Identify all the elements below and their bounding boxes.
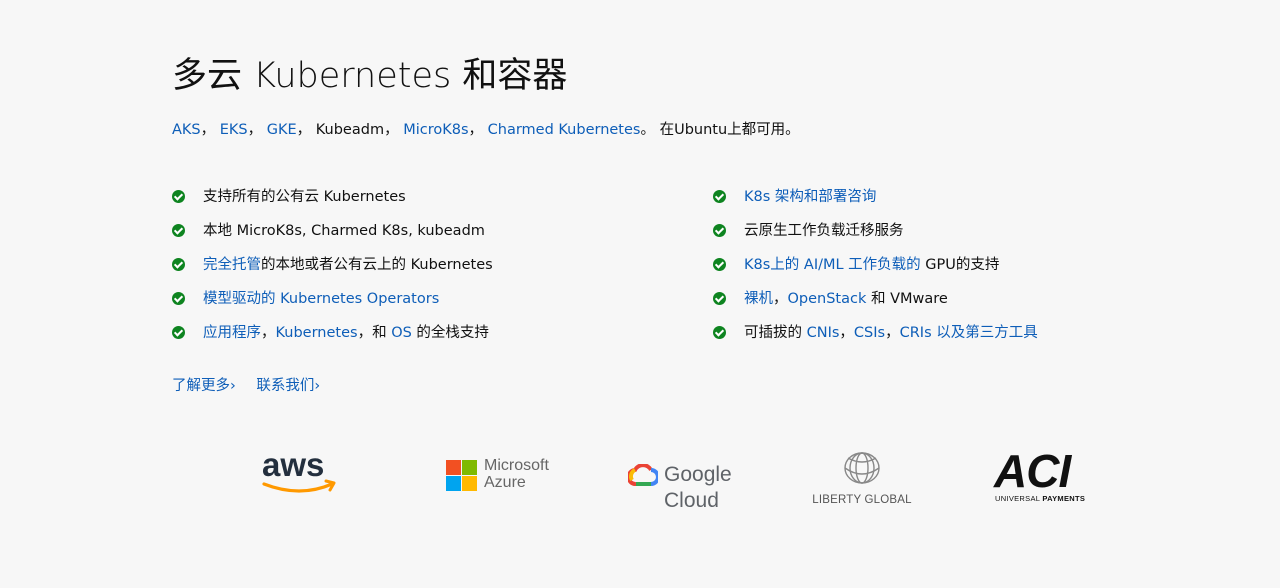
link-bare-metal[interactable]: 裸机: [744, 291, 773, 307]
list-item: 裸机，OpenStack 和 VMware: [713, 288, 1038, 322]
contact-us-link[interactable]: 联系我们›: [256, 378, 320, 394]
check-icon: [713, 224, 726, 237]
aws-logo: aws: [262, 448, 340, 500]
check-icon: [713, 258, 726, 271]
link-gke[interactable]: GKE: [267, 122, 297, 138]
list-item: 可插拔的 CNIs，CSIs，CRIs 以及第三方工具: [713, 322, 1038, 356]
google-cloud-logo: Google Cloud: [628, 462, 788, 512]
check-icon: [172, 326, 185, 339]
link-microk8s[interactable]: MicroK8s: [403, 122, 468, 138]
link-os[interactable]: OS: [391, 325, 412, 341]
link-k8s-consulting[interactable]: K8s 架构和部署咨询: [744, 186, 876, 208]
check-icon: [172, 190, 185, 203]
partner-logos: aws Microsoft Azure Google Cloud LIBERTY…: [0, 440, 1280, 520]
google-cloud-icon: [628, 464, 658, 486]
check-icon: [713, 190, 726, 203]
check-icon: [713, 326, 726, 339]
check-icon: [713, 292, 726, 305]
check-icon: [172, 258, 185, 271]
liberty-global-logo: LIBERTY GLOBAL: [810, 444, 914, 514]
learn-more-link[interactable]: 了解更多›: [172, 378, 236, 394]
link-kubernetes[interactable]: Kubernetes: [276, 325, 358, 341]
link-ai-ml[interactable]: K8s上的 AI/ML 工作负载的: [744, 257, 921, 273]
intro-line: AKS， EKS， GKE， Kubeadm， MicroK8s， Charme…: [172, 122, 800, 138]
cta-links: 了解更多› 联系我们›: [172, 375, 336, 397]
list-item: K8s 架构和部署咨询: [713, 186, 1038, 220]
intro-tail: 。 在Ubuntu上都可用。: [640, 122, 800, 138]
aci-logo: ACI UNIVERSAL PAYMENTS: [994, 445, 1086, 503]
page-title: 多云 Kubernetes 和容器: [172, 56, 568, 96]
list-item: 云原生工作负载迁移服务: [713, 220, 1038, 254]
link-cnis[interactable]: CNIs: [807, 325, 840, 341]
link-eks[interactable]: EKS: [220, 122, 248, 138]
link-operators[interactable]: 模型驱动的 Kubernetes Operators: [203, 288, 439, 310]
check-icon: [172, 224, 185, 237]
list-item: K8s上的 AI/ML 工作负载的 GPU的支持: [713, 254, 1038, 288]
list-item: 模型驱动的 Kubernetes Operators: [172, 288, 493, 322]
microsoft-squares-icon: [446, 460, 478, 492]
list-item: 完全托管的本地或者公有云上的 Kubernetes: [172, 254, 493, 288]
microsoft-azure-logo: Microsoft Azure: [446, 457, 566, 493]
link-cris[interactable]: CRIs 以及第三方工具: [900, 325, 1038, 341]
link-aks[interactable]: AKS: [172, 122, 201, 138]
list-item: 支持所有的公有云 Kubernetes: [172, 186, 493, 220]
link-openstack[interactable]: OpenStack: [788, 291, 867, 307]
list-item: 应用程序，Kubernetes，和 OS 的全栈支持: [172, 322, 493, 356]
link-managed[interactable]: 完全托管: [203, 257, 261, 273]
feature-list-left: 支持所有的公有云 Kubernetes 本地 MicroK8s, Charmed…: [172, 186, 493, 356]
link-applications[interactable]: 应用程序: [203, 325, 261, 341]
text-kubeadm: Kubeadm: [315, 122, 385, 138]
liberty-global-icon: [844, 452, 880, 484]
list-item: 本地 MicroK8s, Charmed K8s, kubeadm: [172, 220, 493, 254]
link-csis[interactable]: CSIs: [854, 325, 885, 341]
feature-list-right: K8s 架构和部署咨询 云原生工作负载迁移服务 K8s上的 AI/ML 工作负载…: [713, 186, 1038, 356]
link-charmed-kubernetes[interactable]: Charmed Kubernetes: [488, 122, 641, 138]
check-icon: [172, 292, 185, 305]
